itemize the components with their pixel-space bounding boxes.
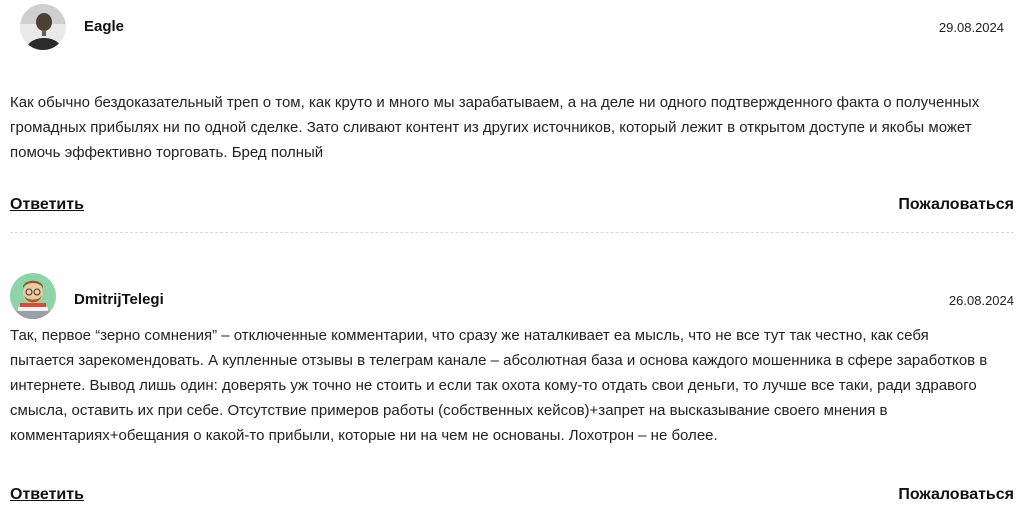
comment-author[interactable]: DmitrijTelegi xyxy=(74,291,164,308)
avatar xyxy=(20,4,66,50)
comment-header: DmitrijTelegi 26.08.2024 xyxy=(10,273,1014,329)
comment-date: 29.08.2024 xyxy=(938,20,1004,35)
reply-link[interactable]: Ответить xyxy=(10,486,84,504)
comment-author[interactable]: Eagle xyxy=(84,18,124,35)
avatar xyxy=(10,273,56,319)
comment-text: Так, первое “зерно сомнения” – отключенн… xyxy=(10,327,988,444)
comment-header: Eagle 29.08.2024 xyxy=(10,0,1014,56)
comment-item: DmitrijTelegi 26.08.2024 Так, первое “зе… xyxy=(10,232,1014,518)
comment-item: Eagle 29.08.2024 Как обычно бездоказател… xyxy=(0,0,1024,232)
comment-date: 26.08.2024 xyxy=(948,293,1014,308)
reply-link[interactable]: Ответить xyxy=(10,196,84,214)
comment-text: Как обычно бездоказательный треп о том, … xyxy=(10,94,980,161)
report-link[interactable]: Пожаловаться xyxy=(898,486,1014,504)
report-link[interactable]: Пожаловаться xyxy=(898,196,1014,214)
